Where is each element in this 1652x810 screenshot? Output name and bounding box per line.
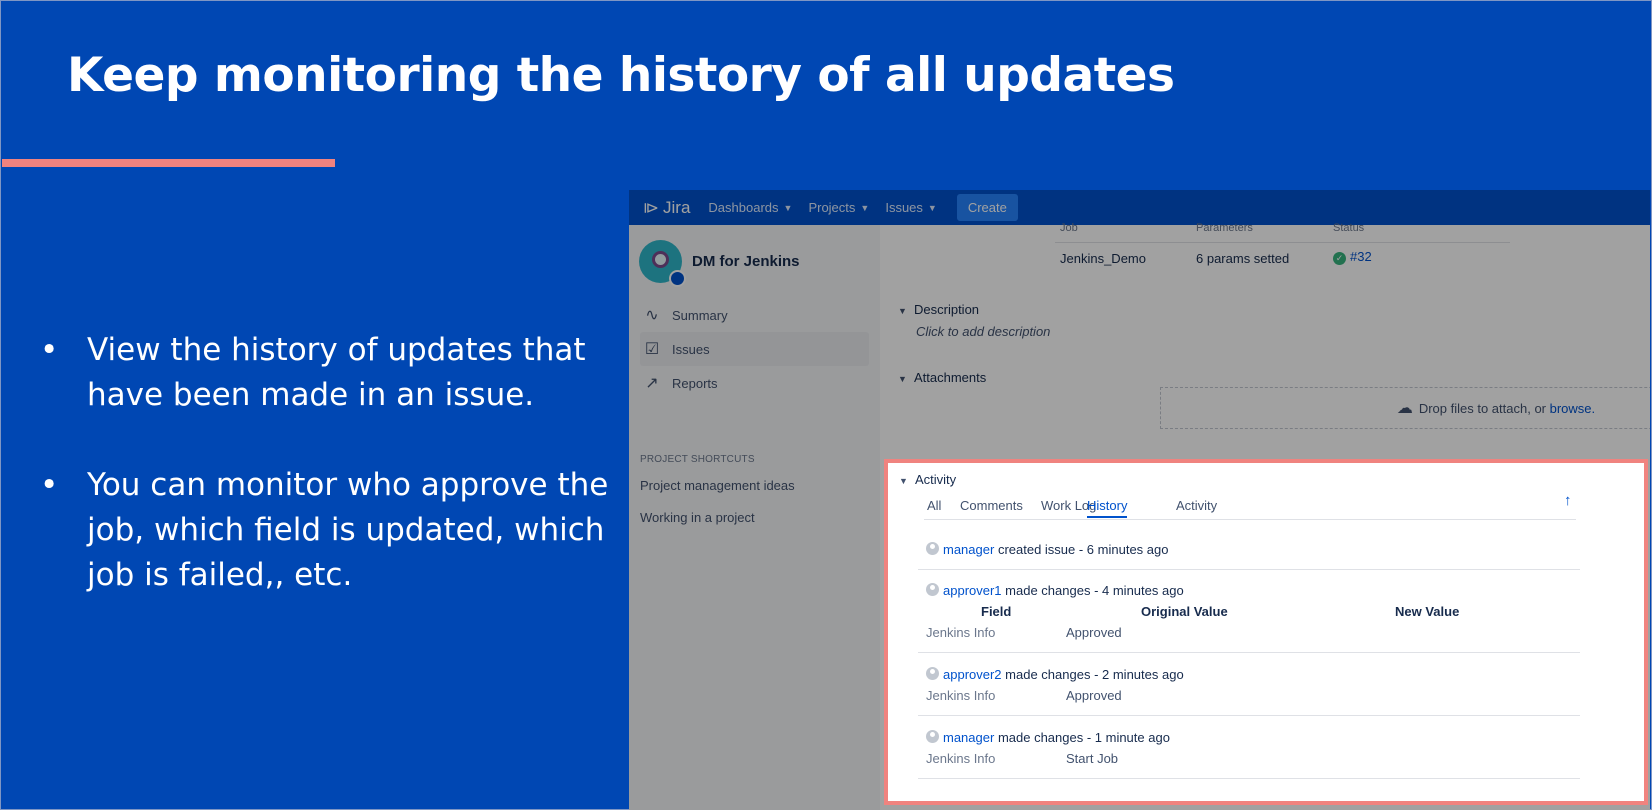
tab-comments[interactable]: Comments: [960, 498, 1023, 513]
nav-label: Issues: [885, 200, 923, 215]
history-header-field: Field: [981, 604, 1012, 619]
history-entry: approver2 made changes - 2 minutes ago: [926, 667, 1184, 682]
history-field: Jenkins Info: [926, 625, 996, 640]
user-link[interactable]: manager: [943, 542, 994, 557]
sidebar-item-label: Issues: [672, 341, 710, 357]
description-placeholder[interactable]: Click to add description: [916, 324, 1050, 339]
chevron-down-icon: ▼: [783, 202, 793, 213]
project-sidebar: DM for Jenkins ∿ Summary ☑ Issues ↗ Reports…: [629, 225, 880, 810]
build-link[interactable]: #32: [1350, 249, 1372, 264]
bullet-marker: •: [40, 467, 59, 503]
bullet-marker: •: [40, 332, 59, 368]
user-link[interactable]: approver1: [943, 583, 1002, 598]
attachment-dropzone[interactable]: ☁ Drop files to attach, or browse.: [1160, 387, 1650, 429]
history-header-original: Original Value: [1141, 604, 1228, 619]
tab-activity[interactable]: Activity: [1176, 498, 1217, 513]
table-header-job: Job: [1060, 222, 1078, 234]
check-circle-icon: ✓: [1333, 252, 1346, 265]
history-header-new: New Value: [1395, 604, 1460, 619]
description-header[interactable]: ▼ Description: [898, 302, 979, 317]
jira-logo-icon: ⧐: [643, 199, 659, 217]
bullet-item: • View the history of updates that have …: [40, 328, 620, 418]
history-entry: manager made changes - 1 minute ago: [926, 730, 1170, 745]
entry-action: created issue - 6 minutes ago: [997, 542, 1169, 557]
chevron-down-icon: ▼: [860, 202, 870, 213]
history-original-value: Approved: [1066, 625, 1122, 640]
browse-link[interactable]: browse.: [1550, 401, 1596, 416]
tab-history[interactable]: History: [1087, 498, 1128, 518]
entry-action: made changes - 1 minute ago: [997, 730, 1170, 745]
accent-line: [2, 159, 335, 167]
table-header-parameters: Parameters: [1196, 222, 1253, 234]
sidebar-item-label: Reports: [672, 375, 718, 391]
history-field: Jenkins Info: [926, 688, 996, 703]
history-field: Jenkins Info: [926, 751, 996, 766]
user-avatar-icon: [926, 583, 939, 596]
chart-icon: ↗: [645, 375, 659, 392]
job-name: Jenkins_Demo: [1060, 251, 1146, 266]
user-link[interactable]: manager: [943, 730, 994, 745]
chevron-down-icon: ▼: [927, 202, 937, 213]
nav-projects[interactable]: Projects ▼: [808, 200, 869, 215]
nav-dashboards[interactable]: Dashboards ▼: [708, 200, 792, 215]
sidebar-item-reports[interactable]: ↗ Reports: [640, 366, 869, 400]
section-title: Description: [914, 302, 980, 317]
sidebar-item-issues[interactable]: ☑ Issues: [640, 332, 869, 366]
sort-arrow-icon[interactable]: ↑: [1564, 492, 1572, 509]
nav-label: Projects: [808, 200, 856, 215]
table-header-status: Status: [1333, 222, 1365, 234]
bullet-list: • View the history of updates that have …: [40, 328, 620, 643]
shortcuts-heading: PROJECT SHORTCUTS: [640, 454, 755, 465]
chevron-down-icon: ▼: [898, 374, 907, 384]
bullet-text: You can monitor who approve the job, whi…: [87, 467, 609, 593]
sidebar-item-label: Summary: [672, 307, 728, 323]
tab-all[interactable]: All: [927, 498, 941, 513]
activity-header[interactable]: ▼ Activity: [899, 472, 956, 487]
section-title: Activity: [915, 472, 957, 487]
entry-action: made changes - 2 minutes ago: [1005, 667, 1184, 682]
project-avatar: [639, 240, 686, 287]
history-entry: manager created issue - 6 minutes ago: [926, 542, 1168, 557]
shortcut-link[interactable]: Working in a project: [640, 510, 755, 525]
history-original-value: Approved: [1066, 688, 1122, 703]
shortcut-link[interactable]: Project management ideas: [640, 478, 795, 493]
section-title: Attachments: [914, 370, 987, 385]
jira-logo[interactable]: ⧐ Jira: [643, 198, 690, 218]
history-original-value: Start Job: [1066, 751, 1119, 766]
user-avatar-icon: [926, 730, 939, 743]
issues-icon: ☑: [644, 341, 660, 358]
chevron-down-icon: ▼: [898, 306, 907, 316]
jira-topbar: ⧐ Jira Dashboards ▼ Projects ▼ Issues ▼ Crea…: [629, 190, 1650, 225]
job-status[interactable]: ✓ #32: [1333, 249, 1372, 265]
slide-title: Keep monitoring the history of all updat…: [67, 48, 1175, 103]
job-params: 6 params setted: [1196, 251, 1290, 266]
user-link[interactable]: approver2: [943, 667, 1002, 682]
pulse-icon: ∿: [645, 307, 659, 324]
drop-text: Drop files to attach, or: [1418, 400, 1546, 416]
user-avatar-icon: [926, 542, 939, 555]
cloud-upload-icon: ☁: [1396, 400, 1413, 417]
history-entry: approver1 made changes - 4 minutes ago: [926, 583, 1184, 598]
bullet-item: • You can monitor who approve the job, w…: [40, 463, 620, 598]
entry-action: made changes - 4 minutes ago: [1005, 583, 1184, 598]
chevron-down-icon: ▼: [899, 476, 908, 486]
attachments-header[interactable]: ▼ Attachments: [898, 370, 986, 385]
jira-logo-text: Jira: [663, 197, 691, 217]
nav-issues[interactable]: Issues ▼: [885, 200, 937, 215]
sidebar-item-summary[interactable]: ∿ Summary: [640, 298, 869, 332]
user-avatar-icon: [926, 667, 939, 680]
nav-label: Dashboards: [708, 200, 779, 215]
create-button[interactable]: Create: [956, 194, 1018, 221]
bullet-text: View the history of updates that have be…: [87, 332, 586, 413]
project-name: DM for Jenkins: [692, 253, 800, 270]
activity-panel: ▼ Activity ↑ All Comments Work Log Histor…: [888, 463, 1644, 801]
project-header[interactable]: DM for Jenkins: [639, 240, 800, 287]
